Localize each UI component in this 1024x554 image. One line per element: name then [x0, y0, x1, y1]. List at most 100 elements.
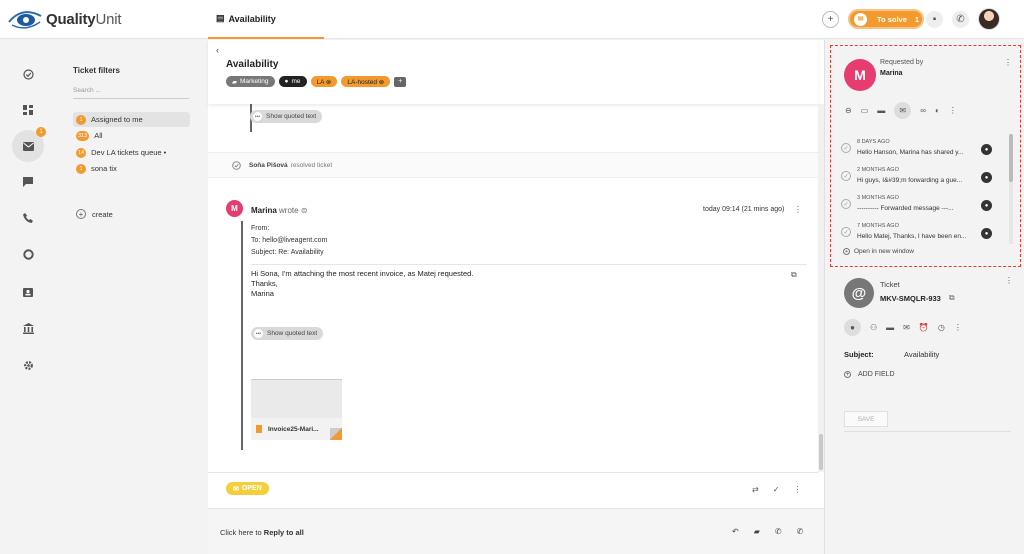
- video-icon[interactable]: ▬: [877, 106, 885, 115]
- folder-icon: ▰: [232, 78, 237, 86]
- people-icon[interactable]: ⚇: [870, 323, 877, 332]
- rail-widgets-icon[interactable]: [18, 100, 38, 120]
- message-avatar: M: [226, 200, 243, 217]
- divider: [844, 431, 1011, 432]
- rail-knowledgebase-icon[interactable]: [18, 318, 38, 338]
- rail-chat-icon[interactable]: [18, 172, 38, 192]
- more-icon[interactable]: ⋮: [793, 485, 801, 494]
- transfer-icon[interactable]: ⇄: [752, 485, 759, 494]
- tab-availability[interactable]: ▤ Availability: [208, 0, 324, 39]
- email-tab-icon[interactable]: ✉: [894, 102, 912, 119]
- back-chevron-icon[interactable]: ‹: [216, 45, 219, 55]
- call-forward-icon[interactable]: ✆: [797, 527, 804, 536]
- chat-icon: ▪: [932, 14, 937, 25]
- user-avatar[interactable]: [978, 8, 1000, 30]
- add-field-button[interactable]: + ADD FIELD: [844, 371, 895, 378]
- person-icon: ●: [981, 228, 992, 239]
- video-icon[interactable]: ▬: [886, 323, 894, 332]
- history-item[interactable]: ✓ 8 DAYS AGO Hello Hanson, Marina has sh…: [841, 135, 1011, 163]
- phone-icon[interactable]: ✆: [775, 527, 782, 536]
- scrollbar-thumb[interactable]: [819, 434, 823, 470]
- filter-dev-la-tickets-queue[interactable]: 14 Dev LA tickets queue •: [73, 145, 190, 160]
- tag-me[interactable]: ● me: [278, 76, 307, 87]
- reply-bar[interactable]: Click here to Reply to all ↶ ▰ ✆ ✆: [208, 508, 824, 554]
- logo[interactable]: QualityUnit: [8, 8, 122, 30]
- filters-search-input[interactable]: Search ...: [73, 83, 189, 99]
- add-tag-icon[interactable]: +: [394, 76, 407, 87]
- ticket-more-icon[interactable]: ⋮: [1005, 276, 1013, 285]
- rail-dashboard-check-icon[interactable]: [18, 64, 38, 84]
- message-body-line: Hi Sona, I'm attaching the most recent i…: [251, 269, 474, 278]
- person-circle-icon[interactable]: ⊖: [845, 106, 852, 115]
- rail-calls-icon[interactable]: [18, 208, 38, 228]
- open-external-icon[interactable]: ⧉: [791, 270, 797, 280]
- contact-history-list: ✓ 8 DAYS AGO Hello Hanson, Marina has sh…: [841, 135, 1011, 247]
- ticket-id: MKV-SMQLR-933 ⧉: [880, 293, 955, 303]
- history-item[interactable]: ✓ 2 MONTHS AGO Hi guys, I&#39;m forwardi…: [841, 163, 1011, 191]
- resolved-check-icon: ✓: [841, 227, 851, 237]
- filter-assigned-to-me[interactable]: 1 Assigned to me: [73, 112, 190, 127]
- rail-contacts-icon[interactable]: [18, 282, 38, 302]
- filter-label: Assigned to me: [91, 115, 143, 124]
- reply-prompt[interactable]: Click here to Reply to all: [220, 528, 304, 537]
- reply-actions: ↶ ▰ ✆ ✆: [732, 527, 803, 536]
- filter-sona-tix[interactable]: 1 sona tix: [73, 161, 190, 176]
- status-badge[interactable]: ✉ OPEN: [226, 482, 269, 495]
- create-filter-button[interactable]: + create: [76, 209, 113, 219]
- rail-tickets-icon[interactable]: 1: [12, 127, 46, 162]
- ticket-at-icon: @: [844, 278, 874, 308]
- filter-label: All: [94, 131, 103, 140]
- show-quoted-text-button[interactable]: ••• Show quoted text: [250, 110, 323, 123]
- history-scroll-thumb[interactable]: [1009, 134, 1013, 182]
- email-channel-icon: ⊜: [300, 206, 308, 215]
- show-quoted-text-button[interactable]: ••• Show quoted text: [251, 327, 324, 340]
- message-from: From:: [251, 225, 270, 232]
- rail-reports-icon[interactable]: [18, 244, 38, 264]
- person-circle-icon[interactable]: ●: [844, 319, 861, 336]
- more-icon[interactable]: ⋮: [954, 323, 962, 332]
- reply-arrow-icon[interactable]: ↶: [732, 527, 739, 536]
- event-person: Soňa Pišová: [249, 161, 288, 169]
- message-subject: Subject: Re: Availability: [251, 249, 324, 256]
- rail-settings-gear-icon[interactable]: [18, 355, 38, 375]
- save-button[interactable]: SAVE: [844, 411, 888, 427]
- subject-value[interactable]: Availability: [904, 350, 939, 359]
- show-quoted-label: Show quoted text: [267, 330, 318, 337]
- filter-all[interactable]: 313 All: [73, 128, 190, 143]
- tag-marketing[interactable]: ▰ Marketing: [226, 76, 275, 87]
- history-icon[interactable]: ◷: [938, 323, 945, 332]
- history-item[interactable]: ✓ 7 MONTHS AGO Hello Matej, Thanks, I ha…: [841, 219, 1011, 247]
- attachment-card[interactable]: Invoice25-Mari...: [251, 379, 342, 440]
- contact-name[interactable]: Marina: [880, 70, 903, 77]
- history-item[interactable]: ✓ 3 MONTHS AGO ---------- Forwarded mess…: [841, 191, 1011, 219]
- note-icon[interactable]: ▰: [754, 527, 760, 536]
- message-body-line: Marina: [251, 289, 274, 298]
- tag-la-hosted[interactable]: LA-hosted ⊗: [341, 76, 391, 87]
- filter-label: sona tix: [91, 164, 117, 173]
- tag-la[interactable]: LA ⊗: [310, 76, 338, 87]
- to-solve-button[interactable]: ✉ To solve 1: [848, 9, 924, 29]
- copy-icon[interactable]: ⧉: [949, 293, 955, 303]
- call-button[interactable]: ✆: [952, 11, 969, 28]
- contact-more-icon[interactable]: ⋮: [1004, 58, 1012, 67]
- filter-badge: 14: [76, 147, 87, 158]
- browser-icon[interactable]: ◐: [935, 106, 940, 115]
- add-button[interactable]: +: [822, 11, 839, 28]
- chat-button[interactable]: ▪: [926, 11, 943, 28]
- mail-icon[interactable]: ✉: [903, 323, 910, 332]
- document-icon: [256, 425, 262, 433]
- person-icon: ●: [284, 78, 289, 85]
- history-scrollbar[interactable]: [1009, 134, 1013, 244]
- message-more-icon[interactable]: ⋮: [794, 205, 802, 214]
- link-icon[interactable]: ∞: [920, 106, 926, 115]
- alarm-icon[interactable]: ⏰: [919, 323, 929, 332]
- open-new-label: Open in new window: [854, 248, 914, 255]
- open-in-new-window-link[interactable]: + Open in new window: [843, 248, 914, 255]
- resolve-check-icon[interactable]: ✓: [773, 485, 780, 494]
- to-solve-count: 1: [914, 14, 920, 24]
- calendar-icon[interactable]: ▭: [861, 106, 869, 115]
- logo-eye-icon: [8, 8, 42, 30]
- more-dots-icon: •••: [253, 112, 262, 121]
- more-icon[interactable]: ⋮: [949, 106, 957, 115]
- status-bar: ✉ OPEN ⇄ ✓ ⋮: [208, 472, 818, 508]
